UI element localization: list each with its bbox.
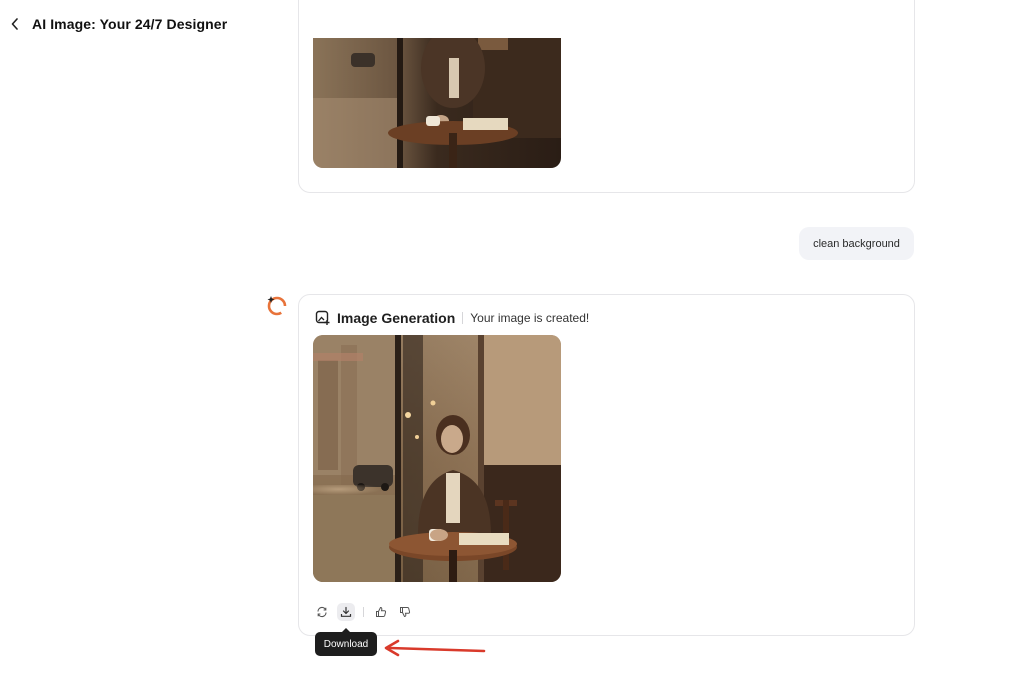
header-divider xyxy=(462,312,464,324)
image-generation-icon xyxy=(315,310,331,326)
page-title: AI Image: Your 24/7 Designer xyxy=(32,16,228,32)
thumbs-up-icon[interactable] xyxy=(372,603,390,621)
download-icon[interactable] xyxy=(337,603,355,621)
generation-status: Your image is created! xyxy=(470,311,590,325)
action-divider xyxy=(363,607,364,617)
card-header: Image Generation Your image is created! xyxy=(315,308,589,328)
thumbs-down-icon[interactable] xyxy=(396,603,414,621)
user-message-bubble: clean background xyxy=(799,227,914,260)
assistant-avatar-icon xyxy=(265,293,289,317)
generated-image[interactable] xyxy=(313,335,561,582)
download-tooltip: Download xyxy=(315,628,377,656)
message-action-bar xyxy=(313,602,420,622)
annotation-arrow-icon xyxy=(382,638,488,660)
chat-page: AI Image: Your 24/7 Designer clean backg… xyxy=(0,0,1024,676)
tool-name: Image Generation xyxy=(337,310,456,326)
regenerate-icon[interactable] xyxy=(313,603,331,621)
chevron-left-icon[interactable] xyxy=(8,14,22,34)
generated-image-previous[interactable] xyxy=(313,38,561,168)
